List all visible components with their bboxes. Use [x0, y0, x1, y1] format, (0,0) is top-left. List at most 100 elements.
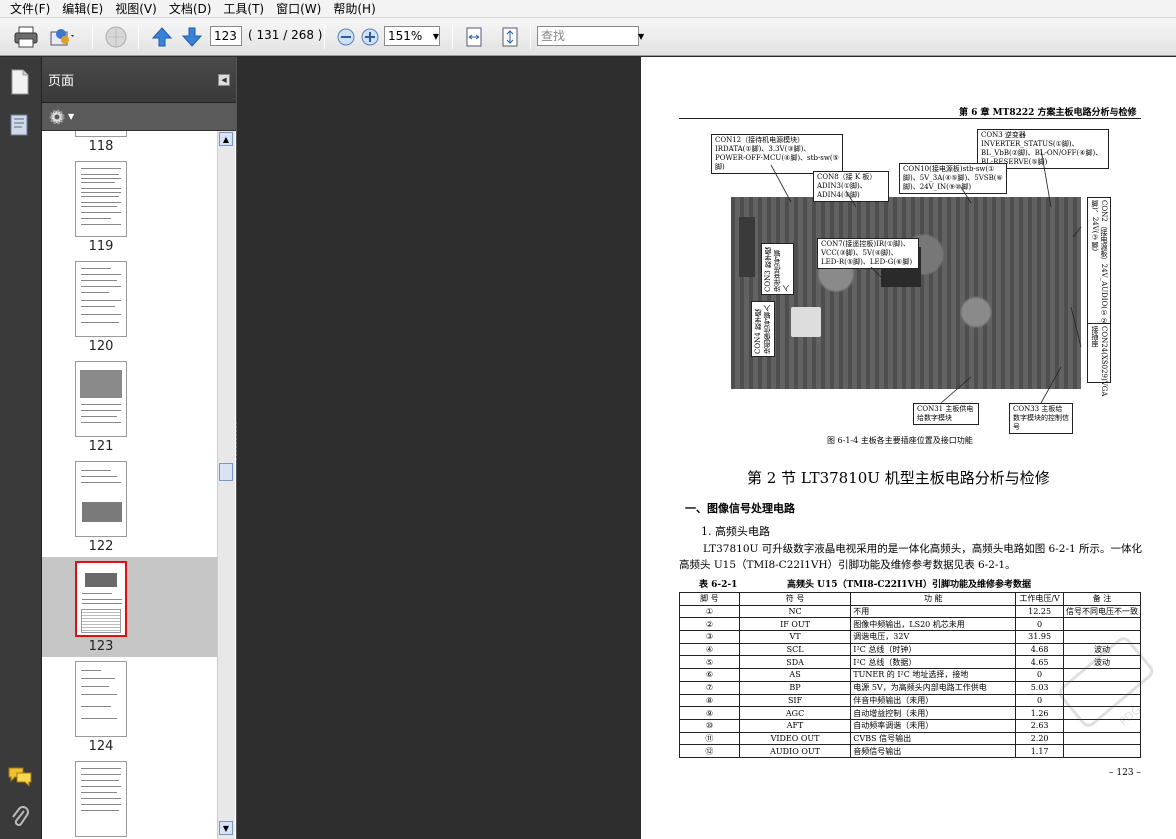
table-header: 工作电压/V [1015, 592, 1064, 606]
table-cell: 1.17 [1015, 744, 1064, 758]
menu-bar: 文件(F) 编辑(E) 视图(V) 文档(D) 工具(T) 窗口(W) 帮助(H… [0, 0, 1176, 18]
document-page: 第 6 章 MT8222 方案主板电路分析与检修 CON12（接待机电源模块）I… [641, 57, 1176, 839]
table-cell: AGC [738, 706, 852, 720]
attachment-icon[interactable] [10, 805, 30, 832]
table-title: 高频头 U15（TMI8-C22I1VH）引脚功能及维修参考数据 [787, 580, 1032, 590]
menu-view[interactable]: 视图(V) [109, 0, 163, 18]
page-number-input[interactable]: 123 [210, 26, 242, 46]
table-cell: SDA [738, 655, 852, 670]
thumbnail-page[interactable]: 124 [42, 657, 217, 757]
scroll-up-icon[interactable]: ▲ [219, 132, 233, 146]
table-cell: 音频信号输出 [850, 744, 1017, 758]
table-cell: 12.25 [1015, 604, 1064, 619]
item-heading: 1. 高频头电路 [701, 525, 770, 538]
previous-page-button[interactable] [148, 23, 176, 51]
bookmarks-icon[interactable] [9, 113, 31, 140]
menu-file[interactable]: 文件(F) [4, 0, 56, 18]
zoom-in-icon [361, 28, 379, 46]
pages-icon[interactable] [9, 69, 31, 98]
table-cell: 2.20 [1015, 731, 1064, 746]
table-cell: AS [738, 668, 852, 682]
menu-help[interactable]: 帮助(H) [327, 0, 381, 18]
globe-icon [105, 26, 127, 48]
table-row: ① NC 不用 12.25 信号不同电压不一致 [679, 604, 1142, 619]
table-header-row: 脚 号 符 号 功 能 工作电压/V 备 注 [679, 592, 1142, 606]
arrow-up-icon [151, 27, 173, 47]
section-title: 第 2 节 LT37810U 机型主板电路分析与检修 [747, 469, 1050, 487]
table-cell: VT [738, 630, 852, 644]
search-options-icon[interactable]: ▼ [638, 26, 648, 46]
collapse-panel-icon[interactable]: ◀ [218, 74, 230, 86]
table-header: 脚 号 [679, 592, 740, 606]
menu-edit[interactable]: 编辑(E) [56, 0, 109, 18]
share-button[interactable] [48, 23, 76, 51]
table-cell: ⑦ [679, 680, 740, 695]
menu-tools[interactable]: 工具(T) [217, 0, 270, 18]
body-paragraph: LT37810U 可升级数字液晶电视采用的是一体化高频头，高频头电路如图 6-2… [679, 543, 1143, 571]
fit-width-button[interactable] [460, 23, 488, 51]
fit-width-icon [466, 27, 482, 47]
table-cell: IF OUT [738, 617, 852, 632]
thumbnail-page[interactable]: 120 [42, 257, 217, 357]
table-cell: 自动频率调谐（未用） [850, 718, 1017, 733]
menu-window[interactable]: 窗口(W) [270, 0, 327, 18]
table-cell: 电源 5V，为高频头内部电路工作供电 [850, 680, 1017, 695]
thumbnail-page[interactable] [42, 757, 217, 839]
thumbnail-scrollbar[interactable]: ▲ ▼ [217, 131, 235, 839]
table-cell: 0 [1015, 617, 1064, 632]
fit-page-button[interactable] [496, 23, 524, 51]
scroll-down-icon[interactable]: ▼ [219, 821, 233, 835]
thumbnail-page[interactable]: 121 [42, 357, 217, 457]
thumbnail-page-selected[interactable]: 123 [42, 557, 217, 657]
table-cell: ⑧ [679, 693, 740, 708]
pages-panel-header: 页面 ◀ [42, 57, 236, 103]
table-number: 表 6-2-1 [699, 580, 738, 590]
table-cell: 不用 [850, 604, 1017, 619]
table-cell: ② [679, 617, 740, 632]
table-cell: TUNER 的 I²C 地址选择，接地 [850, 668, 1017, 682]
chevron-down-icon: ▼ [68, 112, 75, 121]
thumbnail-page[interactable]: 118 [42, 131, 217, 157]
table-cell: ⑩ [679, 718, 740, 733]
table-cell: AFT [738, 718, 852, 733]
pages-panel: 页面 ◀ ▼ 118 119 120 121 122 123 124 ▲ ▼ [42, 57, 237, 839]
page-footer: – 123 – [1109, 768, 1141, 778]
arrow-down-icon [181, 27, 203, 47]
thumbnail-page[interactable]: 119 [42, 157, 217, 257]
table-cell: ⑨ [679, 706, 740, 720]
subsection-title: 一、图像信号处理电路 [685, 502, 795, 515]
table-cell: I²C 总线（数据） [850, 655, 1017, 670]
navigation-rail [0, 57, 42, 839]
pages-panel-title: 页面 [48, 74, 75, 89]
table-header: 符 号 [738, 592, 852, 606]
search-input[interactable]: 查找 [537, 26, 639, 46]
table-cell: 伴音中频输出（未用） [850, 693, 1017, 708]
toolbar: 123 ( 131 / 268 ) 151% ▼ 查找 ▼ [0, 18, 1176, 56]
table-cell: 图像中频输出，LS20 机芯未用 [850, 617, 1017, 632]
table-cell: I²C 总线（时钟） [850, 642, 1017, 657]
table-cell: SCL [738, 642, 852, 657]
options-button[interactable]: ▼ [48, 108, 74, 126]
table-row: ⑫ AUDIO OUT 音频信号输出 1.17 [679, 744, 1142, 758]
table-cell: ① [679, 604, 740, 619]
figure-caption: 图 6-1-4 主板各主要插座位置及接口功能 [827, 436, 973, 445]
next-page-button[interactable] [178, 23, 206, 51]
table-cell: 调谐电压，32V [850, 630, 1017, 644]
table-cell: SIF [738, 693, 852, 708]
scroll-thumb[interactable] [219, 463, 233, 481]
menu-document[interactable]: 文档(D) [163, 0, 218, 18]
print-button[interactable] [12, 23, 40, 51]
table-cell: ④ [679, 642, 740, 657]
chevron-down-icon[interactable]: ▼ [430, 26, 442, 46]
comments-icon[interactable] [7, 765, 33, 790]
thumbnail-list: 118 119 120 121 122 123 124 [42, 131, 217, 839]
document-background [237, 57, 641, 839]
printer-icon [14, 26, 38, 48]
table-cell: ⑫ [679, 744, 740, 758]
zoom-in-button[interactable] [356, 23, 384, 51]
table-cell: CVBS 信号输出 [850, 731, 1017, 746]
zoom-out-icon [337, 28, 355, 46]
table-cell: VIDEO OUT [738, 731, 852, 746]
thumbnail-page[interactable]: 122 [42, 457, 217, 557]
comment-button[interactable] [102, 23, 130, 51]
